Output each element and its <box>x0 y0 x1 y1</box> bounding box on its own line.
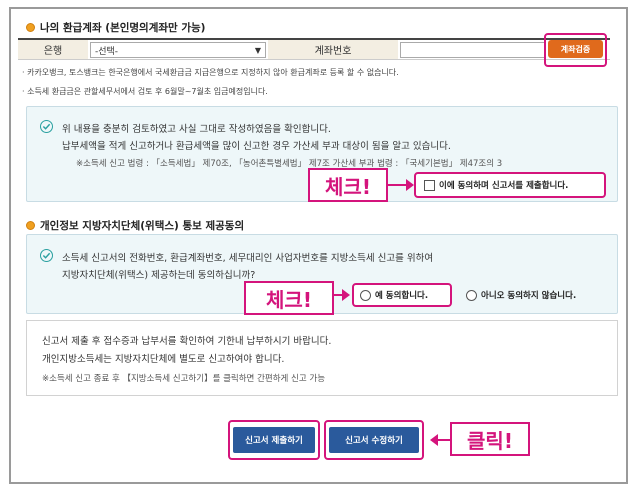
info-line-1: 신고서 제출 후 접수증과 납부서를 확인하여 기한내 납부하시기 바랍니다. <box>42 336 332 347</box>
check-callout-1: 체크! <box>308 168 388 202</box>
check-circle-icon <box>40 249 53 262</box>
edit-report-button[interactable]: 신고서 수정하기 <box>329 427 419 453</box>
radio-agree-no[interactable]: 아니오 동의하지 않습니다. <box>466 289 576 301</box>
chevron-down-icon: ▼ <box>254 45 261 55</box>
confirm-line-1: 위 내용을 충분히 검토하였고 사실 그대로 작성하였음을 확인합니다. <box>62 124 331 135</box>
account-label: 계좌번호 <box>268 40 398 59</box>
info-line-2: 개인지방소득세는 지방자치단체에 별도로 신고하여야 합니다. <box>42 354 285 365</box>
arrow-head-2 <box>342 289 350 301</box>
check-circle-icon <box>40 120 53 133</box>
submit-report-button[interactable]: 신고서 제출하기 <box>233 427 315 453</box>
agree-checkbox[interactable]: 이에 동의하며 신고서를 제출합니다. <box>414 172 606 198</box>
click-callout: 클릭! <box>450 422 530 456</box>
info-line-3: ※소득세 신고 종료 후 【지방소득세 신고하기】를 클릭하면 간편하게 신고 … <box>42 374 326 384</box>
bank-label: 은행 <box>18 40 88 59</box>
radio-agree-yes[interactable]: 예 동의합니다. <box>352 283 452 307</box>
refund-section-title: 나의 환급계좌 (본인명의계좌만 가능) <box>26 20 205 35</box>
privacy-section-title: 개인정보 지방자치단체(위택스) 통보 제공동의 <box>26 218 244 233</box>
check-callout-2: 체크! <box>244 281 334 315</box>
verify-highlight <box>544 33 607 67</box>
radio-icon[interactable] <box>360 289 371 301</box>
privacy-line-2: 지방자치단체(위택스) 제공하는데 동의하십니까? <box>62 270 256 281</box>
refund-note-1: · 카카오뱅크, 토스뱅크는 한국은행에서 국세환급금 지급은행으로 지정하지 … <box>22 68 399 77</box>
refund-note-2: · 소득세 환급금은 관할세무서에서 검토 후 6월말~7월초 입금예정입니다. <box>22 87 268 96</box>
confirm-line-2: 납부세액을 적게 신고하거나 환급세액을 많이 신고한 경우 가산세 부과 대상… <box>62 141 451 152</box>
bullet-icon <box>26 221 35 230</box>
arrow-line-3 <box>437 439 451 441</box>
bullet-icon <box>26 23 35 32</box>
account-number-input[interactable] <box>400 42 545 58</box>
arrow-head-1 <box>406 179 414 191</box>
bank-select[interactable]: -선택- ▼ <box>90 42 266 58</box>
privacy-line-1: 소득세 신고서의 전화번호, 환급계좌번호, 세무대리인 사업자번호를 지방소득… <box>62 253 434 264</box>
checkbox-icon[interactable] <box>424 179 435 191</box>
refund-account-row: 은행 -선택- ▼ 계좌번호 <box>18 38 610 60</box>
radio-icon[interactable] <box>466 289 477 301</box>
